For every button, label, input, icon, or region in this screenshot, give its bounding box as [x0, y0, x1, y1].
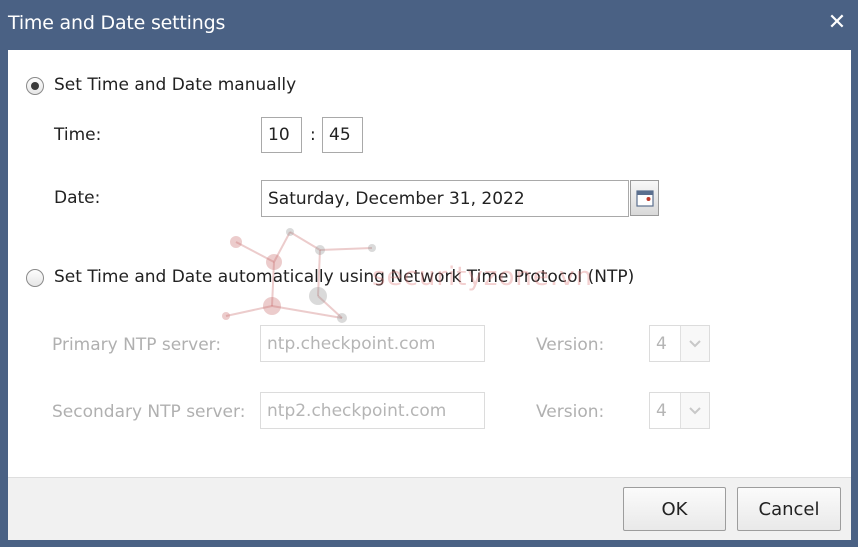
chevron-down-icon[interactable]: [680, 326, 709, 361]
dialog-titlebar: Time and Date settings ✕: [0, 0, 858, 50]
time-separator: :: [310, 125, 316, 145]
minute-input[interactable]: 45: [322, 117, 363, 153]
calendar-button[interactable]: [630, 180, 659, 216]
primary-version-select[interactable]: 4: [649, 325, 710, 362]
date-label: Date:: [54, 188, 101, 208]
manual-radio-label[interactable]: Set Time and Date manually: [54, 75, 296, 95]
dialog-footer: OK Cancel: [8, 477, 851, 540]
secondary-ntp-input[interactable]: ntp2.checkpoint.com: [260, 392, 485, 429]
dialog-title: Time and Date settings: [8, 12, 226, 34]
time-label: Time:: [54, 125, 102, 145]
ntp-radio-label[interactable]: Set Time and Date automatically using Ne…: [54, 267, 634, 287]
dialog-body: Set Time and Date manually Time: 10 : 45…: [8, 50, 851, 477]
primary-ntp-input[interactable]: ntp.checkpoint.com: [260, 325, 485, 362]
hour-input[interactable]: 10: [261, 117, 302, 153]
cancel-button[interactable]: Cancel: [737, 487, 841, 531]
primary-version-label: Version:: [536, 335, 605, 355]
secondary-ntp-label: Secondary NTP server:: [52, 402, 246, 422]
chevron-down-icon[interactable]: [680, 393, 709, 428]
date-input[interactable]: Saturday, December 31, 2022: [261, 180, 629, 217]
manual-radio[interactable]: [26, 77, 44, 95]
secondary-version-label: Version:: [536, 402, 605, 422]
primary-ntp-label: Primary NTP server:: [52, 335, 222, 355]
secondary-version-select[interactable]: 4: [649, 392, 710, 429]
time-date-dialog: Time and Date settings ✕ Set Time and Da…: [0, 0, 858, 547]
close-icon[interactable]: ✕: [826, 12, 848, 34]
secondary-version-value: 4: [656, 400, 667, 421]
primary-version-value: 4: [656, 333, 667, 354]
ntp-radio[interactable]: [26, 269, 44, 287]
ok-button[interactable]: OK: [623, 487, 726, 531]
calendar-icon: [636, 190, 654, 207]
